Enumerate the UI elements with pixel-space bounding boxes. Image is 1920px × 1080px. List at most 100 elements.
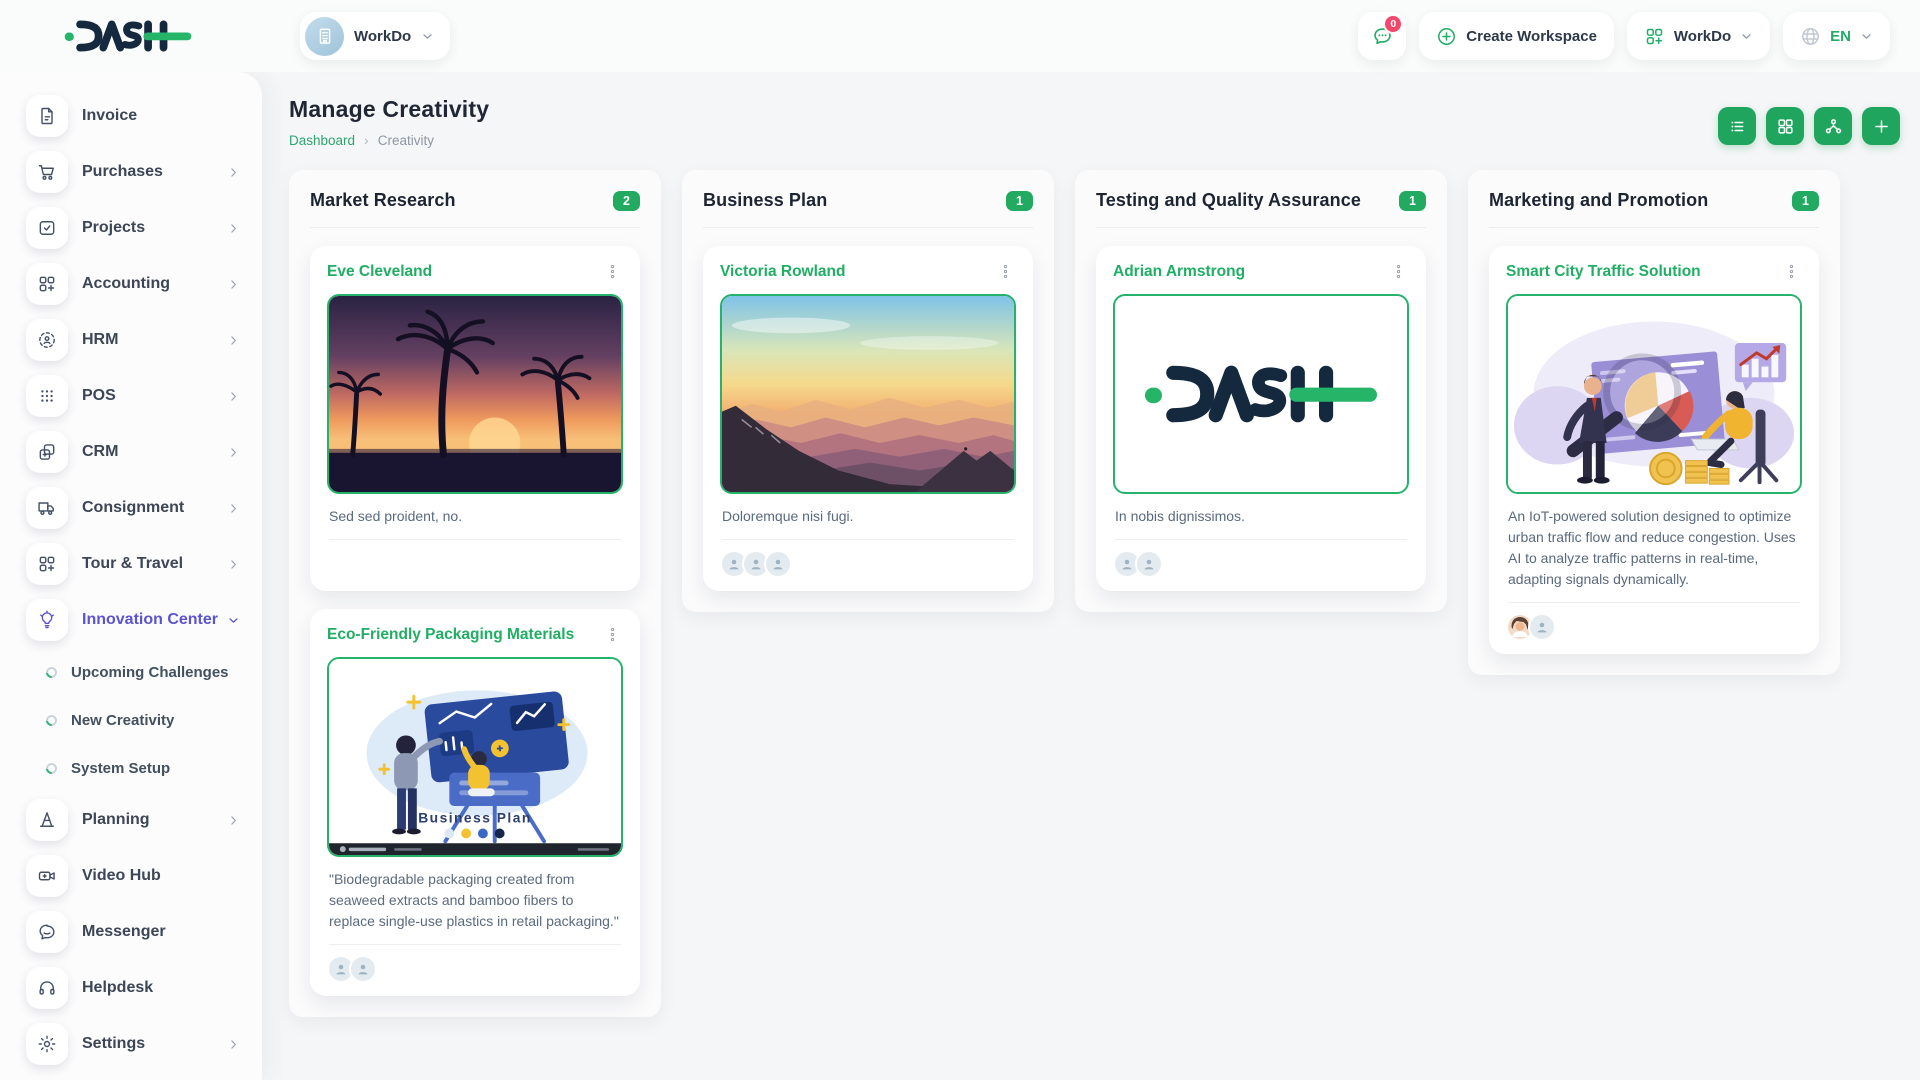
workspace-menu-button[interactable]: WorkDo (1627, 12, 1770, 60)
avatar-placeholder (349, 955, 377, 983)
kanban-board: Market Research2Eve Cleveland Sed sed pr… (289, 170, 1900, 1017)
page-title: Manage Creativity (289, 96, 489, 123)
sidebar-item-innovation-center[interactable]: Innovation Center (0, 592, 262, 648)
card-description: Sed sed proident, no. (329, 506, 621, 540)
sidebar-subitem-upcoming-challenges[interactable]: Upcoming Challenges (0, 648, 262, 696)
card-assignees (1506, 612, 1802, 641)
card-assignees (327, 549, 623, 578)
card-menu-button[interactable] (602, 624, 623, 645)
breadcrumb-dashboard-link[interactable]: Dashboard (289, 133, 355, 148)
chevron-right-icon (227, 390, 240, 403)
card-title: Smart City Traffic Solution (1506, 263, 1701, 281)
chevron-right-icon (227, 166, 240, 179)
sidebar-item-messenger[interactable]: Messenger (0, 904, 262, 960)
plus-icon (1872, 117, 1891, 136)
list-view-button[interactable] (1718, 107, 1756, 145)
invoice-icon (26, 95, 68, 137)
card-menu-button[interactable] (602, 261, 623, 282)
sidebar-item-hrm[interactable]: HRM (0, 312, 262, 368)
workspace-avatar (305, 17, 344, 56)
user-icon (1141, 556, 1157, 572)
sidebar-item-consignment[interactable]: Consignment (0, 480, 262, 536)
grid-plus-icon (1644, 26, 1665, 47)
business-plan-illustration: Business Plan (329, 659, 621, 855)
column-title: Business Plan (703, 190, 827, 211)
chevron-right-icon (227, 278, 240, 291)
chevron-down-icon (1740, 30, 1753, 43)
sidebar-item-helpdesk[interactable]: Helpdesk (0, 960, 262, 1016)
language-label: EN (1830, 28, 1851, 45)
sidebar-item-pos[interactable]: POS (0, 368, 262, 424)
card-image-business-plan-illustration: Business Plan (327, 657, 623, 857)
chevron-right-icon (227, 558, 240, 571)
card-eve-cleveland[interactable]: Eve Cleveland Sed sed proident, no. (310, 246, 640, 591)
sidebar-item-video-hub[interactable]: Video Hub (0, 848, 262, 904)
user-icon (355, 961, 371, 977)
column-title: Marketing and Promotion (1489, 190, 1708, 211)
card-menu-button[interactable] (1781, 261, 1802, 282)
create-workspace-button[interactable]: Create Workspace (1419, 12, 1614, 60)
sidebar-item-tour-travel[interactable]: Tour & Travel (0, 536, 262, 592)
card-image-dash-logo (1113, 294, 1409, 494)
chevron-right-icon (227, 502, 240, 515)
sidebar: InvoicePurchasesProjectsAccountingHRMPOS… (0, 72, 262, 1080)
add-stage-button[interactable] (1862, 107, 1900, 145)
sidebar-item-invoice[interactable]: Invoice (0, 88, 262, 144)
card-title: Eve Cleveland (327, 263, 432, 281)
dash-logo-image (1145, 362, 1377, 426)
sidebar-item-settings[interactable]: Settings (0, 1016, 262, 1072)
sidebar-item-purchases[interactable]: Purchases (0, 144, 262, 200)
card-image-mountains-sunset (720, 294, 1016, 494)
chevron-down-icon (1860, 30, 1873, 43)
column-market-research: Market Research2Eve Cleveland Sed sed pr… (289, 170, 661, 1017)
messages-button[interactable]: 0 (1358, 12, 1406, 60)
column-title: Market Research (310, 190, 456, 211)
dash-logo (64, 19, 192, 53)
card-image-smart-city-illustration (1506, 294, 1802, 494)
helpdesk-icon (26, 967, 68, 1009)
language-selector[interactable]: EN (1783, 12, 1890, 60)
hrm-icon (26, 319, 68, 361)
page-header: Manage Creativity Dashboard › Creativity (289, 92, 1900, 148)
dots-vertical-icon (604, 626, 621, 643)
column-count-badge: 1 (1399, 191, 1426, 211)
grid-view-button[interactable] (1766, 107, 1804, 145)
card-eco-friendly-packaging-materials[interactable]: Eco-Friendly Packaging Materials Busines… (310, 609, 640, 996)
workspace-menu-label: WorkDo (1674, 28, 1731, 45)
sidebar-nav: InvoicePurchasesProjectsAccountingHRMPOS… (0, 88, 262, 1072)
sidebar-item-projects[interactable]: Projects (0, 200, 262, 256)
column-count-badge: 1 (1006, 191, 1033, 211)
sidebar-subitem-new-creativity[interactable]: New Creativity (0, 696, 262, 744)
breadcrumb-current: Creativity (378, 133, 434, 148)
mountains-sunset-photo (722, 296, 1014, 492)
user-icon (1534, 619, 1550, 635)
sidebar-item-crm[interactable]: CRM (0, 424, 262, 480)
chevron-right-icon (227, 1038, 240, 1051)
card-menu-button[interactable] (995, 261, 1016, 282)
bullet-icon (44, 664, 59, 679)
planning-icon (26, 799, 68, 841)
card-smart-city-traffic-solution[interactable]: Smart City Traffic Solution An IoT-power… (1489, 246, 1819, 654)
card-menu-button[interactable] (1388, 261, 1409, 282)
dots-vertical-icon (1783, 263, 1800, 280)
list-icon (1728, 117, 1747, 136)
card-adrian-armstrong[interactable]: Adrian ArmstrongIn nobis dignissimos. (1096, 246, 1426, 591)
workspace-switcher[interactable]: WorkDo (300, 12, 450, 60)
sidebar-subitem-system-setup[interactable]: System Setup (0, 744, 262, 792)
avatar-placeholder (1528, 613, 1556, 641)
card-description: In nobis dignissimos. (1115, 506, 1407, 540)
breadcrumb-separator: › (364, 132, 369, 148)
chevron-right-icon (227, 222, 240, 235)
workspace-switcher-label: WorkDo (354, 28, 411, 45)
settings-icon (26, 1023, 68, 1065)
user-icon (726, 556, 742, 572)
sidebar-item-accounting[interactable]: Accounting (0, 256, 262, 312)
palms-sunset-photo (329, 296, 621, 492)
workflow-view-button[interactable] (1814, 107, 1852, 145)
sidebar-item-planning[interactable]: Planning (0, 792, 262, 848)
avatar-placeholder (764, 550, 792, 578)
view-toolbar (1718, 107, 1900, 145)
card-assignees (1113, 549, 1409, 578)
card-description: Doloremque nisi fugi. (722, 506, 1014, 540)
card-victoria-rowland[interactable]: Victoria Rowland Doloremque nisi fugi. (703, 246, 1033, 591)
